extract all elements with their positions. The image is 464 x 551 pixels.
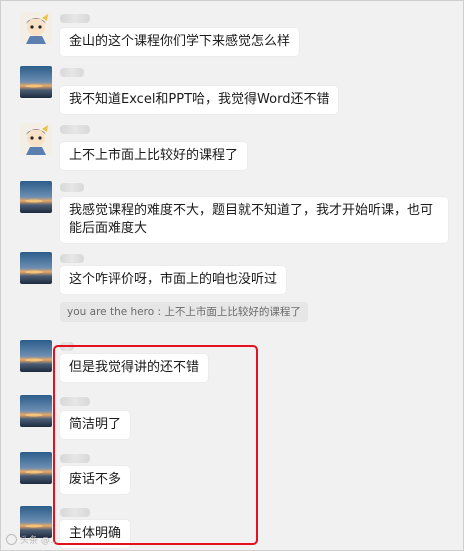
sender-name-blurred [60,14,90,23]
sunset-avatar[interactable] [20,252,52,284]
red-highlight-box [53,345,258,545]
watermark-text: 头条 @... [20,536,59,546]
cartoon-avatar[interactable] [20,123,52,155]
message-bubble: 我感觉课程的难度不大，题目就不知道了，我才开始听课，也可能后面难度大 [60,197,448,243]
sender-name-blurred [60,125,90,134]
watermark: 头条 @... [6,533,58,546]
watermark-icon [6,534,17,545]
quoted-reply[interactable]: you are the hero : 上不上市面上比较好的课程了 [60,302,308,322]
message-bubble: 这个咋评价呀，市面上的咱也没听过 [60,266,287,294]
message-bubble: 上不上市面上比较好的课程了 [60,142,248,170]
sunset-avatar[interactable] [20,452,52,484]
sunset-avatar[interactable] [20,66,52,98]
cartoon-avatar[interactable] [20,12,52,44]
message-bubble: 金山的这个课程你们学下来感觉怎么样 [60,28,300,56]
sunset-avatar[interactable] [20,340,52,372]
sunset-avatar[interactable] [20,395,52,427]
message-bubble: 我不知道Excel和PPT哈，我觉得Word还不错 [60,86,339,114]
sunset-avatar[interactable] [20,181,52,213]
sender-name-blurred [60,183,84,192]
sender-name-blurred [60,254,84,263]
sender-name-blurred [60,68,84,77]
